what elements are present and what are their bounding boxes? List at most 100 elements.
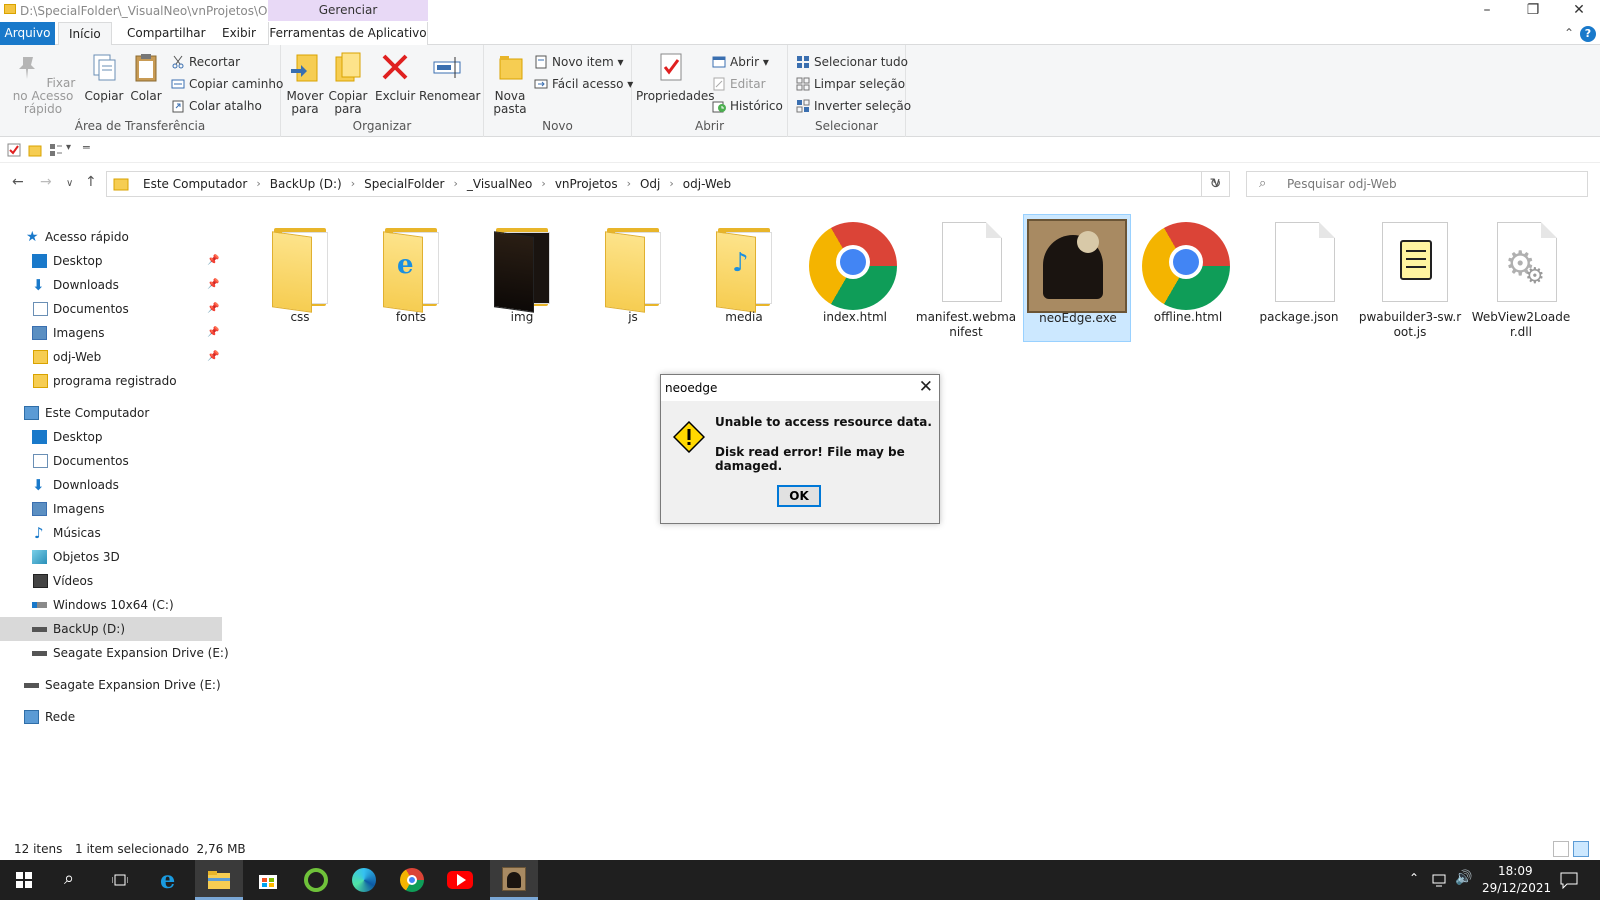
pin-quick-access-button[interactable]: Fixar no Acesso rápido	[4, 51, 82, 116]
nav-pc-imagens[interactable]: Imagens	[0, 497, 222, 521]
breadcrumb-item[interactable]: vnProjetos	[555, 177, 618, 191]
file-item[interactable]: ⚙ ⚙ WebView2Loader.dll	[1467, 214, 1575, 342]
rename-button[interactable]: Renomear	[419, 51, 481, 103]
breadcrumb-chevron-icon[interactable]: ›	[669, 177, 673, 191]
breadcrumb-item[interactable]: odj-Web	[683, 177, 731, 191]
nav-pc-desktop[interactable]: Desktop	[0, 425, 222, 449]
easy-access-button[interactable]: Fácil acesso ▾	[534, 75, 633, 93]
breadcrumb-item[interactable]: Odj	[640, 177, 660, 191]
recent-locations-icon[interactable]: ∨	[66, 178, 73, 189]
new-folder-small-icon[interactable]	[28, 143, 42, 157]
breadcrumb-item[interactable]: _VisualNeo	[467, 177, 533, 191]
refresh-button[interactable]: ↻	[1201, 171, 1230, 197]
properties-small-icon[interactable]	[7, 143, 21, 157]
view-options-icon[interactable]	[49, 143, 63, 157]
history-button[interactable]: Histórico	[712, 97, 783, 115]
breadcrumb-item[interactable]: SpecialFolder	[364, 177, 444, 191]
file-item[interactable]: offline.html	[1134, 214, 1242, 342]
nav-quick-desktop[interactable]: Desktop 📌	[0, 249, 222, 273]
nav-quick-odj-web[interactable]: odj-Web 📌	[0, 345, 222, 369]
new-item-button[interactable]: Novo item ▾	[534, 53, 624, 71]
nav-quick-programa-registrado[interactable]: programa registrado	[0, 369, 222, 393]
nav-quick-downloads[interactable]: ⬇ Downloads 📌	[0, 273, 222, 297]
move-to-button[interactable]: Mover para	[285, 51, 325, 116]
cut-button[interactable]: Recortar	[171, 53, 240, 71]
nav-pc-downloads[interactable]: ⬇ Downloads	[0, 473, 222, 497]
file-item[interactable]: css	[246, 214, 354, 342]
nav-pc-documentos[interactable]: Documentos	[0, 449, 222, 473]
nav-pc-musicas[interactable]: ♪ Músicas	[0, 521, 222, 545]
tab-exibir[interactable]: Exibir	[212, 22, 266, 45]
select-none-button[interactable]: Limpar seleção	[796, 75, 905, 93]
breadcrumb-chevron-icon[interactable]: ›	[541, 177, 545, 191]
nav-network[interactable]: Rede	[0, 705, 222, 729]
show-hidden-icons-icon[interactable]: ⌃	[1409, 871, 1419, 885]
nav-pc-drive-c[interactable]: Windows 10x64 (C:)	[0, 593, 222, 617]
close-button[interactable]: ✕	[1556, 0, 1600, 22]
file-item[interactable]: index.html	[801, 214, 909, 342]
breadcrumb-chevron-icon[interactable]: ›	[351, 177, 355, 191]
breadcrumb-item[interactable]: Este Computador	[143, 177, 247, 191]
nav-pc-drive-d[interactable]: BackUp (D:)	[0, 617, 222, 641]
breadcrumb-item[interactable]: BackUp (D:)	[270, 177, 342, 191]
file-item[interactable]: manifest.webmanifest	[912, 214, 1020, 342]
nav-this-pc[interactable]: Este Computador	[0, 401, 222, 425]
back-arrow-icon[interactable]: ←	[12, 174, 24, 190]
tab-compartilhar[interactable]: Compartilhar	[117, 22, 216, 45]
details-view-icon[interactable]	[1553, 841, 1569, 857]
up-arrow-icon[interactable]: ↑	[85, 174, 97, 190]
clock-date[interactable]: 29/12/2021	[1482, 881, 1551, 895]
tab-arquivo[interactable]: Arquivo	[0, 22, 55, 45]
file-explorer-taskbar[interactable]	[195, 860, 243, 900]
customize-toolbar-icon[interactable]: ═	[83, 141, 90, 154]
tab-ferramentas-de-aplicativo[interactable]: Ferramentas de Aplicativo	[268, 22, 428, 45]
clock-time[interactable]: 18:09	[1498, 864, 1533, 878]
copy-button[interactable]: Copiar	[84, 51, 124, 103]
network-icon[interactable]	[1432, 872, 1448, 888]
breadcrumb-chevron-icon[interactable]: ›	[453, 177, 457, 191]
nav-quick-documentos[interactable]: Documentos 📌	[0, 297, 222, 321]
maximize-button[interactable]: ❐	[1510, 0, 1556, 22]
nav-pc-videos[interactable]: Vídeos	[0, 569, 222, 593]
tab-inicio[interactable]: Início	[58, 22, 112, 45]
internet-explorer-taskbar[interactable]: e	[146, 860, 194, 900]
file-item[interactable]: ♪ media	[690, 214, 798, 342]
search-taskbar-button[interactable]: ⌕	[48, 860, 96, 900]
ccleaner-taskbar[interactable]	[292, 860, 340, 900]
task-view-button[interactable]	[96, 860, 144, 900]
file-item[interactable]: pwabuilder3-sw.root.js	[1356, 214, 1464, 342]
file-item[interactable]: img	[468, 214, 576, 342]
file-item-selected[interactable]: neoEdge.exe	[1023, 214, 1131, 342]
notifications-icon[interactable]	[1560, 871, 1578, 889]
properties-button[interactable]: Propriedades	[636, 51, 715, 103]
large-icons-view-icon[interactable]	[1573, 841, 1589, 857]
ok-button[interactable]: OK	[777, 485, 821, 507]
edge-taskbar[interactable]	[340, 860, 388, 900]
context-tab-gerenciar[interactable]: Gerenciar	[268, 0, 428, 21]
copy-path-button[interactable]: Copiar caminho	[171, 75, 283, 93]
paste-button[interactable]: Colar	[126, 51, 166, 103]
minimize-button[interactable]: –	[1464, 0, 1510, 22]
delete-button[interactable]: Excluir	[375, 51, 415, 103]
dialog-close-button[interactable]: ✕	[919, 377, 933, 397]
neoedge-taskbar[interactable]	[490, 860, 538, 900]
breadcrumb-chevron-icon[interactable]: ›	[627, 177, 631, 191]
help-icon[interactable]: ?	[1580, 26, 1596, 42]
nav-pc-objetos-3d[interactable]: Objetos 3D	[0, 545, 222, 569]
address-bar[interactable]: Este Computador › BackUp (D:) › SpecialFolde…	[106, 171, 1230, 197]
nav-drive-e[interactable]: Seagate Expansion Drive (E:)	[0, 673, 222, 697]
edit-button[interactable]: Editar	[712, 75, 766, 93]
nav-quick-access[interactable]: ★ Acesso rápido	[0, 225, 222, 249]
breadcrumb-chevron-icon[interactable]: ›	[256, 177, 260, 191]
file-item[interactable]: package.json	[1245, 214, 1353, 342]
store-taskbar[interactable]	[244, 860, 292, 900]
open-button[interactable]: Abrir ▾	[712, 53, 769, 71]
chevron-down-icon[interactable]: ▾	[66, 142, 71, 153]
nav-pc-drive-e[interactable]: Seagate Expansion Drive (E:)	[0, 641, 229, 665]
nav-quick-imagens[interactable]: Imagens 📌	[0, 321, 222, 345]
volume-icon[interactable]: 🔊	[1455, 870, 1472, 886]
copy-to-button[interactable]: Copiar para	[327, 51, 369, 116]
new-folder-button[interactable]: Nova pasta	[490, 51, 530, 116]
file-item[interactable]: e fonts	[357, 214, 465, 342]
collapse-ribbon-icon[interactable]: ⌃	[1564, 26, 1574, 40]
